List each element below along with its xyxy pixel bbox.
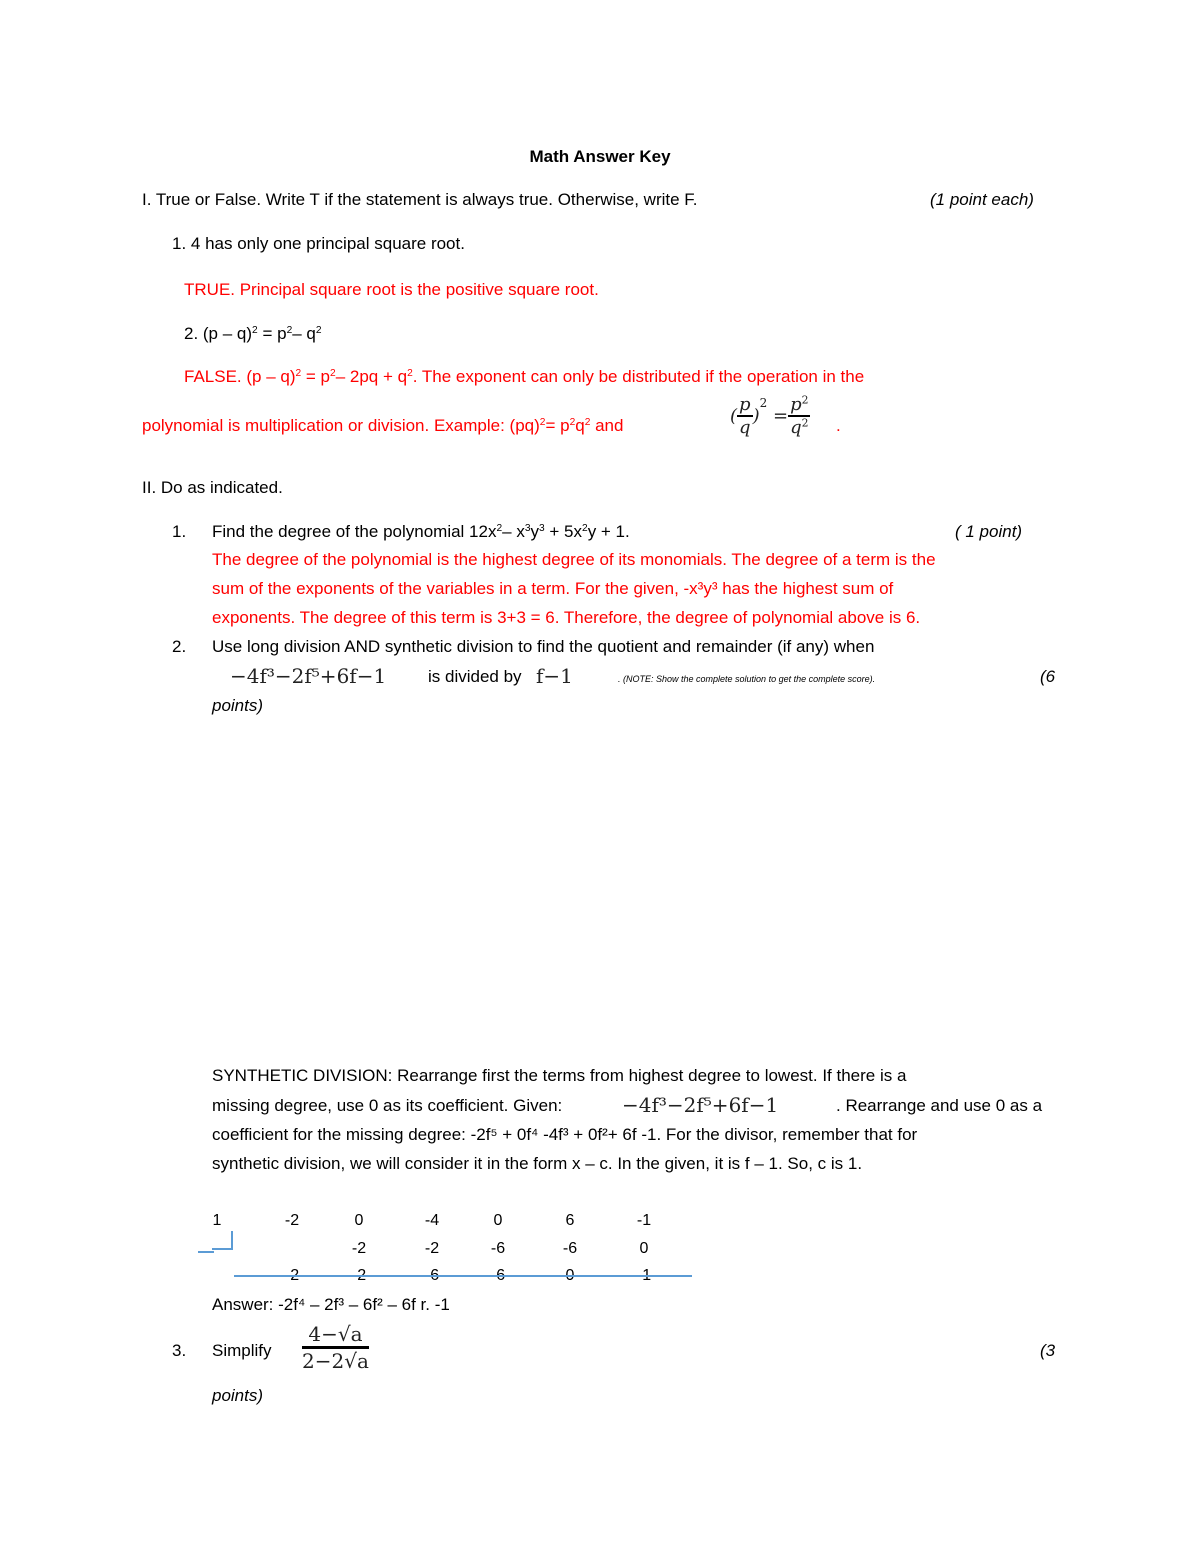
answer-text: polynomial is multiplication or division… [142,416,540,435]
s2q2-points-b: points) [212,696,264,715]
s2q3-fraction: 4−√a 2−2√a [302,1322,369,1373]
s2q1-answer-line1: The degree of the polynomial is the high… [212,550,936,569]
equals: = [772,405,789,427]
q2-eq: – q [292,324,316,343]
q1-answer: TRUE. Principal square root is the posit… [184,280,599,299]
synthetic-sum-line [234,1275,692,1277]
fraction-p2-over-q2: p2 q2 [788,393,811,438]
s2q1-answer-line3: exponents. The degree of this term is 3+… [212,608,921,627]
row2-cell: -6 [490,1240,506,1257]
text: + 5x [544,522,583,541]
answer-text: FALSE. (p – q) [184,367,296,386]
text: y + 1. [587,522,630,541]
row1-cell: -1 [636,1212,652,1229]
synthetic-divisor: 1 [212,1212,222,1229]
s2q2-dividend: −4f³−2f⁵+6f−1 [230,664,387,688]
row2-cell: -6 [562,1240,578,1257]
sup: 2 [801,416,809,430]
q1-text: 1. 4 has only one principal square root. [172,234,465,253]
page-title: Math Answer Key [529,147,671,166]
q2-answer-line2: polynomial is multiplication or division… [142,416,623,436]
text: – x [502,522,525,541]
s2q2-number: 2. [172,637,187,656]
s2q3-points-b: points) [212,1386,264,1405]
denominator: q [739,417,751,438]
divisor-bracket-tail [198,1251,214,1253]
answer-text: . The exponent can only be distributed i… [412,367,865,386]
synthetic-line3: coefficient for the missing degree: -2f⁵… [212,1125,918,1144]
s2q3-number: 3. [172,1341,187,1360]
s2q2-points-a: (6 [1040,667,1056,686]
denominator: 2−2√a [302,1349,369,1373]
s2q1-points: ( 1 point) [955,522,1023,541]
row1-cell: -4 [424,1212,440,1229]
row2-cell: 0 [639,1240,649,1257]
section2-heading: II. Do as indicated. [142,478,283,497]
s2q2-divided-by: is divided by [428,667,522,686]
s2q1-number: 1. [172,522,187,541]
quotient-power-example: (p q)2 = p2 q2 [730,393,811,438]
p: p [790,394,802,415]
paren-close: ) [752,405,760,427]
sup: 2 [759,396,768,410]
section1-points: (1 point each) [930,190,1034,209]
s2q1-answer-line2: sum of the exponents of the variables in… [212,579,894,598]
q2-label: 2. (p – q) [184,324,253,343]
row1-cell: -2 [284,1212,300,1229]
s2q2-divisor: f−1 [536,664,573,688]
row1-cell: 0 [354,1212,364,1229]
synthetic-line2b: . Rearrange and use 0 as a [836,1096,1043,1115]
q: q [790,417,802,438]
numerator: 4−√a [302,1322,369,1349]
synthetic-given-expr: −4f³−2f⁵+6f−1 [622,1093,779,1117]
answer-text: and [590,416,624,435]
synthetic-answer: Answer: -2f⁴ – 2f³ – 6f² – 6f r. -1 [212,1295,450,1314]
answer-text: = p [545,416,570,435]
example-period: . [836,416,841,435]
q2-answer-line1: FALSE. (p – q)2 = p2– 2pq + q2. The expo… [184,367,864,387]
denominator: q2 [788,417,810,438]
fraction-p-over-q: pq [737,394,753,438]
row2-cell: -2 [351,1240,367,1257]
synthetic-line1: SYNTHETIC DIVISION: Rearrange first the … [212,1066,907,1085]
fraction: 4−√a 2−2√a [302,1322,369,1373]
s2q2-note: . (NOTE: Show the complete solution to g… [618,674,876,684]
synthetic-line2: missing degree, use 0 as its coefficient… [212,1096,563,1115]
text: Find the degree of the polynomial 12x [212,522,497,541]
s2q2-text: Use long division AND synthetic division… [212,637,875,656]
divisor-bracket-vertical [231,1231,233,1249]
text: y [530,522,540,541]
sup: 2 [315,324,322,336]
q2-eq: = p [257,324,287,343]
answer-text: – 2pq + q [335,367,408,386]
row2-cell: -2 [424,1240,440,1257]
s2q3-points-a: (3 [1040,1341,1056,1360]
sup: 2 [801,393,809,407]
row1-cell: 0 [493,1212,503,1229]
answer-text: q [575,416,585,435]
s2q1-text: Find the degree of the polynomial 12x2– … [212,522,630,542]
answer-text: = p [301,367,331,386]
numerator: p [737,394,753,417]
divisor-bracket-horizontal [212,1248,233,1250]
synthetic-line4: synthetic division, we will consider it … [212,1154,863,1173]
numerator: p2 [788,393,811,417]
s2q3-text: Simplify [212,1341,272,1360]
section1-heading: I. True or False. Write T if the stateme… [142,190,698,209]
paren-open: ( [730,405,738,427]
q2-text: 2. (p – q)2 = p2– q2 [184,324,322,344]
row1-cell: 6 [565,1212,575,1229]
